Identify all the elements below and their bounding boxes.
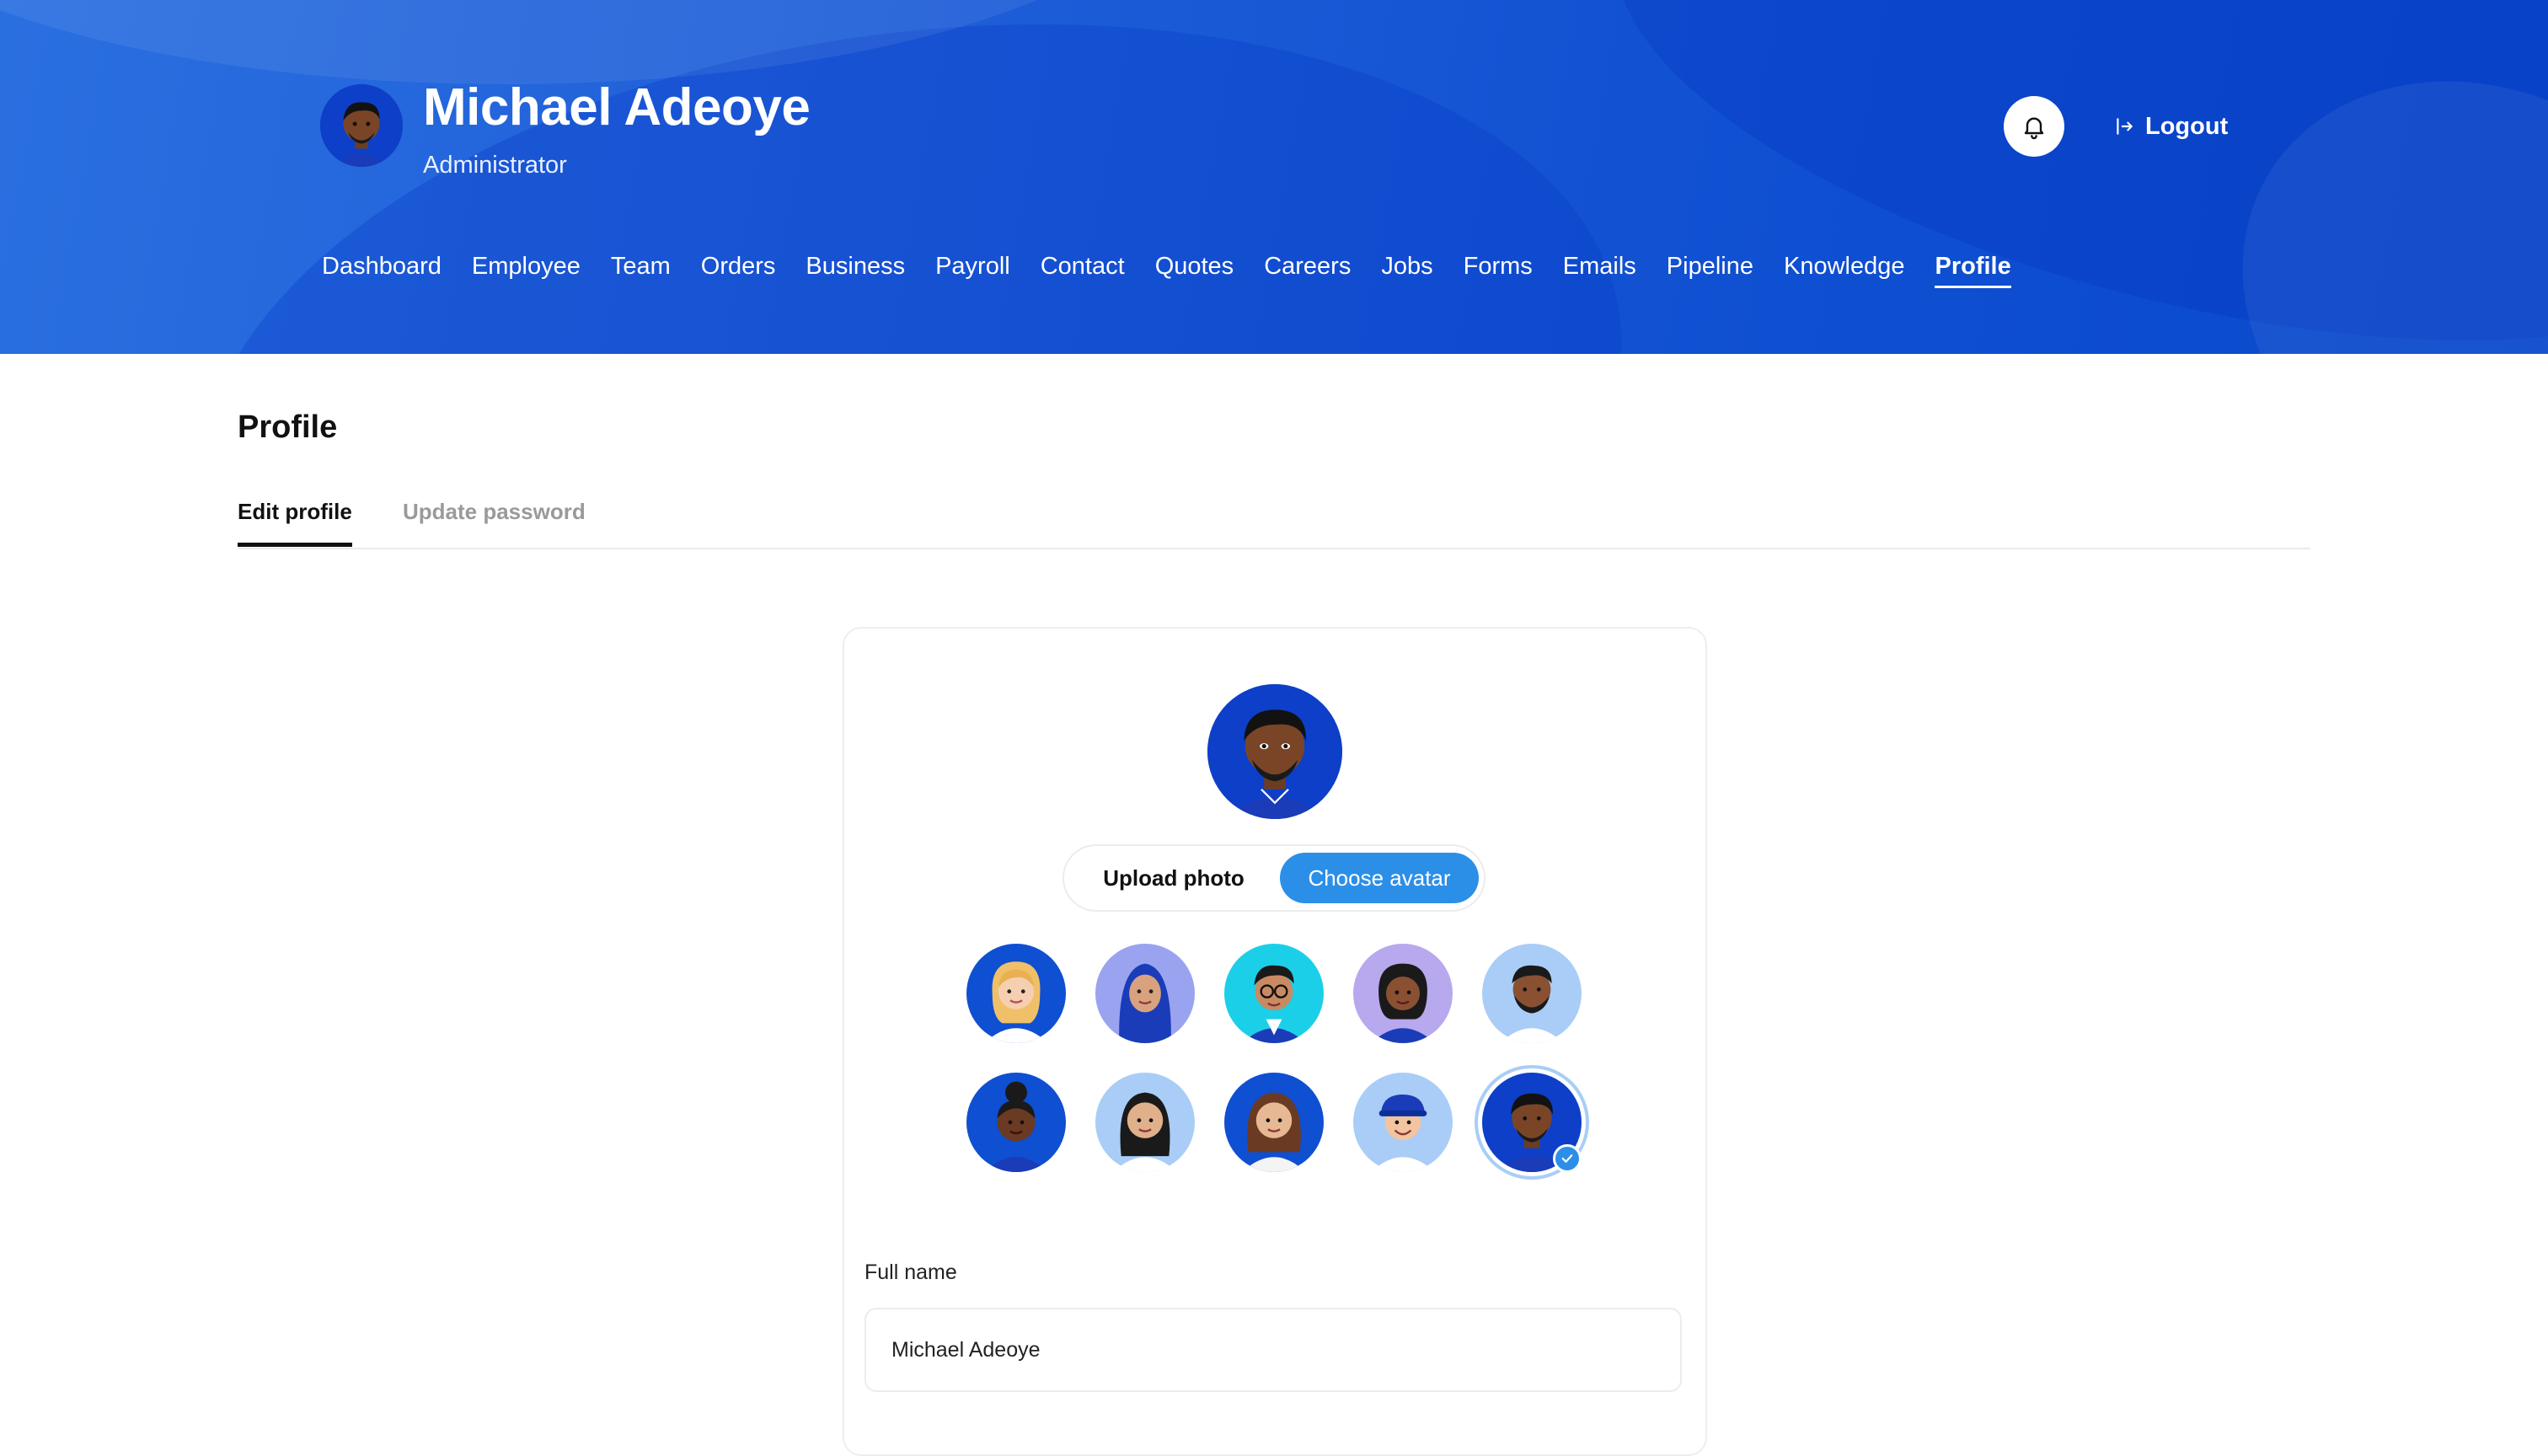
main-nav: Dashboard Employee Team Orders Business … — [322, 253, 2011, 288]
nav-item-orders[interactable]: Orders — [701, 253, 776, 288]
nav-item-forms[interactable]: Forms — [1464, 253, 1533, 288]
nav-item-quotes[interactable]: Quotes — [1155, 253, 1234, 288]
full-name-input[interactable] — [864, 1308, 1682, 1392]
active-tab-indicator — [238, 543, 352, 547]
logout-button[interactable]: Logout — [2113, 108, 2228, 145]
logout-label: Logout — [2145, 112, 2229, 140]
profile-header: Michael Adeoye Administrator Logout Dash… — [0, 0, 2548, 354]
nav-item-business[interactable]: Business — [806, 253, 905, 288]
nav-item-employee[interactable]: Employee — [472, 253, 581, 288]
avatar-option-hijab-woman[interactable] — [1095, 944, 1195, 1043]
avatar-picker — [966, 944, 1583, 1188]
user-avatar — [320, 84, 403, 167]
avatar-option-curly-woman[interactable] — [1353, 944, 1453, 1043]
nav-item-team[interactable]: Team — [611, 253, 671, 288]
notifications-button[interactable] — [2004, 96, 2064, 157]
nav-item-payroll[interactable]: Payroll — [935, 253, 1010, 288]
tab-edit-profile[interactable]: Edit profile — [238, 499, 352, 525]
avatar-option-cap-man[interactable] — [1353, 1073, 1453, 1172]
page-title: Profile — [238, 410, 338, 445]
avatar-option-bun-woman[interactable] — [966, 1073, 1066, 1172]
photo-source-toggle: Upload photo Choose avatar — [1063, 844, 1485, 912]
tab-update-password[interactable]: Update password — [403, 499, 586, 525]
avatar-option-long-hair-woman[interactable] — [1095, 1073, 1195, 1172]
selected-check-icon — [1553, 1144, 1582, 1173]
upload-photo-button[interactable]: Upload photo — [1071, 853, 1277, 903]
user-role: Administrator — [423, 152, 567, 179]
nav-item-jobs[interactable]: Jobs — [1381, 253, 1432, 288]
avatar-option-blonde-woman[interactable] — [966, 944, 1066, 1043]
nav-item-knowledge[interactable]: Knowledge — [1784, 253, 1905, 288]
avatar-option-bearded-man[interactable] — [1482, 944, 1582, 1043]
logout-arrow-icon — [2117, 118, 2133, 135]
current-avatar — [1207, 684, 1342, 819]
choose-avatar-button[interactable]: Choose avatar — [1280, 853, 1479, 903]
nav-item-dashboard[interactable]: Dashboard — [322, 253, 442, 288]
profile-tabs: Edit profile Update password — [238, 489, 2310, 549]
avatar-option-wavy-hair-woman[interactable] — [1224, 1073, 1324, 1172]
edit-profile-card: Upload photo Choose avatar Full name Mic… — [843, 627, 1707, 1456]
nav-item-profile[interactable]: Profile — [1935, 253, 2011, 288]
full-name-label: Full name — [864, 1261, 957, 1284]
nav-item-contact[interactable]: Contact — [1041, 253, 1125, 288]
avatar-option-man-glasses[interactable] — [1224, 944, 1324, 1043]
nav-item-careers[interactable]: Careers — [1264, 253, 1351, 288]
nav-item-emails[interactable]: Emails — [1563, 253, 1636, 288]
user-name: Michael Adeoye — [423, 78, 811, 136]
nav-item-pipeline[interactable]: Pipeline — [1667, 253, 1753, 288]
bell-icon — [2024, 117, 2044, 140]
